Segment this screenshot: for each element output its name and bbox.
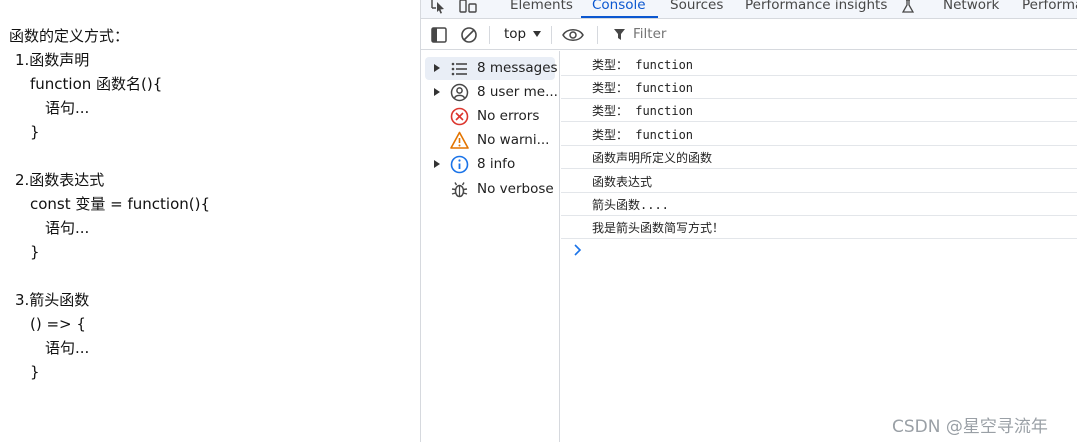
console-message[interactable]: 我是箭头函数简写方式！ [561, 216, 1077, 239]
sidebar-toggle-icon[interactable] [430, 26, 448, 44]
device-toggle-icon[interactable] [459, 0, 477, 14]
clear-console-icon[interactable] [460, 26, 478, 44]
console-prompt-icon[interactable] [573, 244, 583, 256]
console-toolbar: top [421, 20, 1077, 50]
code-line: 语句... [45, 219, 90, 237]
sidebar-item-messages[interactable]: 8 messages [425, 57, 558, 80]
sidebar-item-label: 8 user me... [477, 84, 558, 100]
console-message-text: 函数表达式 [592, 175, 653, 189]
page-heading: 函数的定义方式： [9, 27, 130, 45]
sidebar-item-user-messages[interactable]: 8 user me... [425, 81, 558, 104]
tab-performance-insights[interactable]: Performance insights [745, 0, 887, 13]
sidebar-item-label: No warni... [477, 132, 550, 148]
console-message-text: 函数声明所定义的函数 [592, 151, 713, 165]
flask-icon [902, 0, 914, 13]
console-output: 类型： function 类型： function 类型： function 类… [561, 51, 1077, 442]
toolbar-divider [551, 26, 552, 44]
tab-performance[interactable]: Performa [1022, 0, 1077, 13]
tab-console[interactable]: Console [592, 0, 646, 13]
sidebar-item-label: 8 info [477, 156, 516, 172]
list-icon [451, 62, 467, 76]
console-message-text: 箭头函数.... [592, 198, 669, 212]
console-message[interactable]: 类型： function [561, 76, 1077, 99]
section-title: 1.函数声明 [15, 51, 90, 69]
tab-network[interactable]: Network [943, 0, 999, 13]
console-message-text: 我是箭头函数简写方式！ [592, 221, 725, 235]
sidebar-item-label: No verbose [477, 181, 554, 197]
tab-elements[interactable]: Elements [510, 0, 573, 13]
console-message[interactable]: 类型： function [561, 53, 1077, 76]
console-message[interactable]: 类型： function [561, 123, 1077, 146]
code-line: } [30, 243, 40, 261]
code-line: () => { [30, 315, 86, 333]
section-title: 3.箭头函数 [15, 291, 90, 309]
code-line: 语句... [45, 339, 90, 357]
error-icon [450, 107, 469, 126]
sidebar-item-verbose[interactable]: No verbose [425, 178, 555, 201]
expand-arrow-icon[interactable] [434, 64, 440, 72]
code-line: } [30, 363, 40, 381]
console-message-text: 类型： function [592, 128, 694, 142]
devtools-tab-bar: Elements Console Sources Performance ins… [421, 0, 1077, 19]
page-content: 函数的定义方式： 1.函数声明 function 函数名(){ 语句... } … [0, 0, 420, 442]
devtools-panel: Elements Console Sources Performance ins… [420, 0, 1077, 442]
console-message-text: 类型： function [592, 81, 694, 95]
console-message[interactable]: 函数声明所定义的函数 [561, 146, 1077, 169]
expand-arrow-icon[interactable] [434, 88, 440, 96]
console-message[interactable]: 箭头函数.... [561, 193, 1077, 216]
live-expression-eye-icon[interactable] [562, 26, 584, 44]
filter-icon [614, 29, 625, 40]
code-line: } [30, 123, 40, 141]
bug-icon [451, 182, 468, 198]
watermark: CSDN @星空寻流年 [892, 417, 1048, 437]
console-message-text: 类型： function [592, 58, 694, 72]
context-selector[interactable]: top [504, 26, 526, 42]
expand-arrow-icon[interactable] [434, 160, 440, 168]
sidebar-item-warnings[interactable]: No warni... [425, 129, 555, 152]
toolbar-divider [597, 26, 598, 44]
console-message-text: 类型： function [592, 104, 694, 118]
user-icon [450, 83, 469, 102]
toolbar-divider [489, 26, 490, 44]
section-title: 2.函数表达式 [15, 171, 105, 189]
active-tab-indicator [581, 16, 658, 18]
sidebar-item-errors[interactable]: No errors [425, 105, 555, 128]
sidebar-item-label: No errors [477, 108, 540, 124]
info-icon [450, 155, 469, 174]
code-line: const 变量 = function(){ [30, 195, 211, 213]
sidebar-item-info[interactable]: 8 info [425, 153, 555, 176]
sidebar-item-label: 8 messages [477, 60, 558, 76]
filter-input[interactable] [633, 26, 933, 42]
code-line: 语句... [45, 99, 90, 117]
console-message[interactable]: 类型： function [561, 99, 1077, 122]
tab-sources[interactable]: Sources [670, 0, 723, 13]
console-message[interactable]: 函数表达式 [561, 170, 1077, 193]
code-line: function 函数名(){ [30, 75, 163, 93]
chevron-down-icon[interactable] [533, 31, 541, 37]
inspect-element-icon[interactable] [430, 0, 448, 14]
warning-icon [450, 131, 469, 149]
console-sidebar: 8 messages 8 user me... No errors No war… [421, 51, 560, 442]
